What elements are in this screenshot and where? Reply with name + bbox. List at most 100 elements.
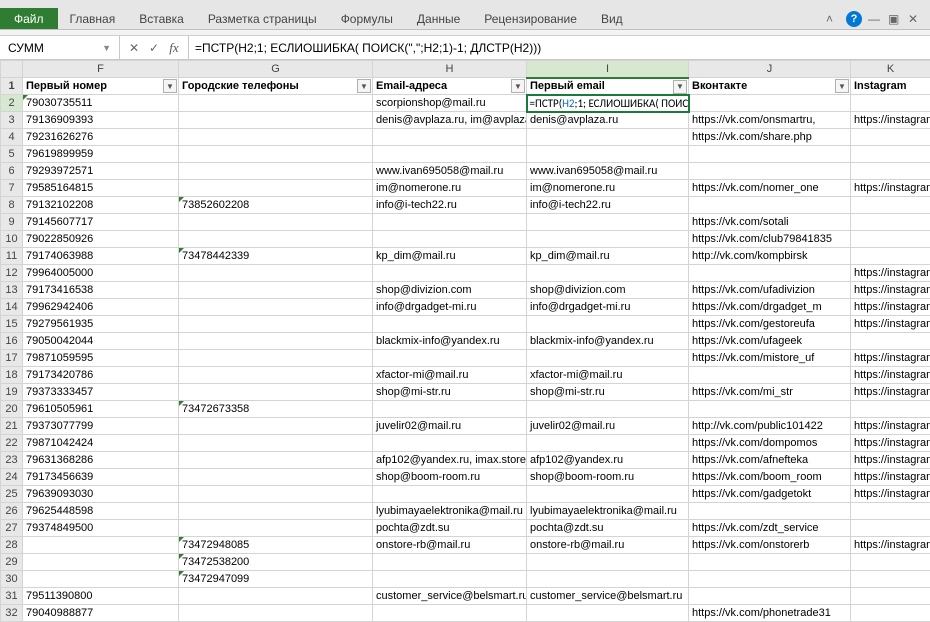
cell[interactable] [689,503,851,520]
cell[interactable] [373,231,527,248]
row-header[interactable]: 16 [1,333,23,350]
cell[interactable] [179,265,373,282]
cell[interactable] [689,571,851,588]
row-header[interactable]: 17 [1,350,23,367]
cell[interactable]: info@i-tech22.ru [373,197,527,214]
row-header[interactable]: 19 [1,384,23,401]
row-header[interactable]: 30 [1,571,23,588]
cell[interactable] [851,163,930,180]
cell[interactable] [851,571,930,588]
cell[interactable]: info@drgadget-mi.ru [373,299,527,316]
tab-home[interactable]: Главная [58,8,128,29]
cell[interactable]: =ПСТР(H2;1; ЕСЛИОШИБКА( ПОИСК(",";H2;1)-… [527,95,689,112]
cell[interactable]: https://vk.com/zdt_service [689,520,851,537]
cell[interactable] [851,520,930,537]
cell[interactable] [527,129,689,146]
cell[interactable]: https://vk.com/ufadivizion [689,282,851,299]
cell[interactable] [179,180,373,197]
cell[interactable]: 73472538200 [179,554,373,571]
cell[interactable] [851,588,930,605]
cell[interactable]: https://instagram.com [851,112,930,129]
window-minimize-icon[interactable]: — [868,12,882,26]
row-header[interactable]: 12 [1,265,23,282]
row-header[interactable]: 26 [1,503,23,520]
cell[interactable] [179,231,373,248]
cell[interactable]: Городские телефоны▼ [179,78,373,95]
cell[interactable]: https://instagram.com [851,384,930,401]
col-header-I[interactable]: I [527,61,689,78]
cell[interactable] [373,265,527,282]
cell[interactable] [179,146,373,163]
cell[interactable]: 79293972571 [23,163,179,180]
cell[interactable] [689,588,851,605]
cancel-formula-icon[interactable]: ✕ [126,40,142,56]
cell[interactable]: 73852602208 [179,197,373,214]
cell[interactable]: xfactor-mi@mail.ru [527,367,689,384]
cell[interactable]: https://vk.com/gadgetokt [689,486,851,503]
cell[interactable]: 79585164815 [23,180,179,197]
cell[interactable]: https://vk.com/ufageek [689,333,851,350]
cell[interactable]: 79639093030 [23,486,179,503]
window-restore-icon[interactable]: ▣ [888,12,902,26]
cell[interactable]: 79871042424 [23,435,179,452]
cell[interactable] [851,95,930,112]
cell[interactable]: kp_dim@mail.ru [373,248,527,265]
cell[interactable]: https://instagram.com [851,537,930,554]
cell[interactable]: onstore-rb@mail.ru [373,537,527,554]
row-header[interactable]: 27 [1,520,23,537]
cell[interactable]: 79511390800 [23,588,179,605]
row-header[interactable]: 25 [1,486,23,503]
cell[interactable]: shop@mi-str.ru [527,384,689,401]
cell[interactable]: https://vk.com/nomer_one [689,180,851,197]
cell[interactable]: https://instagram.com [851,299,930,316]
cell[interactable] [179,486,373,503]
cell[interactable] [851,605,930,622]
cell[interactable]: 79231626276 [23,129,179,146]
cell[interactable]: https://vk.com/onstorerb [689,537,851,554]
cell[interactable]: 79625448598 [23,503,179,520]
cell[interactable]: 73478442339 [179,248,373,265]
accept-formula-icon[interactable]: ✓ [146,40,162,56]
cell[interactable] [527,265,689,282]
cell[interactable]: shop@boom-room.ru [527,469,689,486]
cell[interactable]: 79132102208 [23,197,179,214]
cell[interactable]: im@nomerone.ru [527,180,689,197]
cell[interactable]: https://vk.com/boom_room [689,469,851,486]
cell[interactable] [179,469,373,486]
cell[interactable]: Первый email▼ [527,78,689,95]
filter-dropdown-icon[interactable]: ▼ [357,79,371,93]
tab-formulas[interactable]: Формулы [329,8,405,29]
cell[interactable] [179,418,373,435]
cell[interactable] [179,350,373,367]
cell[interactable] [527,231,689,248]
cell[interactable] [373,214,527,231]
row-header[interactable]: 14 [1,299,23,316]
cell[interactable]: https://instagram.com [851,418,930,435]
cell[interactable]: Email-адреса▼ [373,78,527,95]
cell[interactable] [23,554,179,571]
cell[interactable] [689,163,851,180]
cell[interactable]: https://instagram.com [851,265,930,282]
cell[interactable] [179,435,373,452]
cell[interactable] [373,605,527,622]
cell[interactable] [373,554,527,571]
name-box-dropdown-icon[interactable]: ▼ [102,43,111,53]
cell[interactable] [179,452,373,469]
cell[interactable]: https://vk.com/drgadget_m [689,299,851,316]
tab-view[interactable]: Вид [589,8,635,29]
row-header[interactable]: 5 [1,146,23,163]
cell[interactable] [373,316,527,333]
tab-insert[interactable]: Вставка [127,8,196,29]
cell[interactable]: 79374849500 [23,520,179,537]
cell[interactable]: shop@divizion.com [527,282,689,299]
cell[interactable] [23,537,179,554]
row-header[interactable]: 4 [1,129,23,146]
cell[interactable]: 79373077799 [23,418,179,435]
cell[interactable] [689,265,851,282]
help-icon[interactable]: ? [846,11,862,27]
row-header[interactable]: 2 [1,95,23,112]
cell[interactable]: scorpionshop@mail.ru [373,95,527,112]
cell[interactable] [373,435,527,452]
cell[interactable]: 79610505961 [23,401,179,418]
cell[interactable] [527,605,689,622]
